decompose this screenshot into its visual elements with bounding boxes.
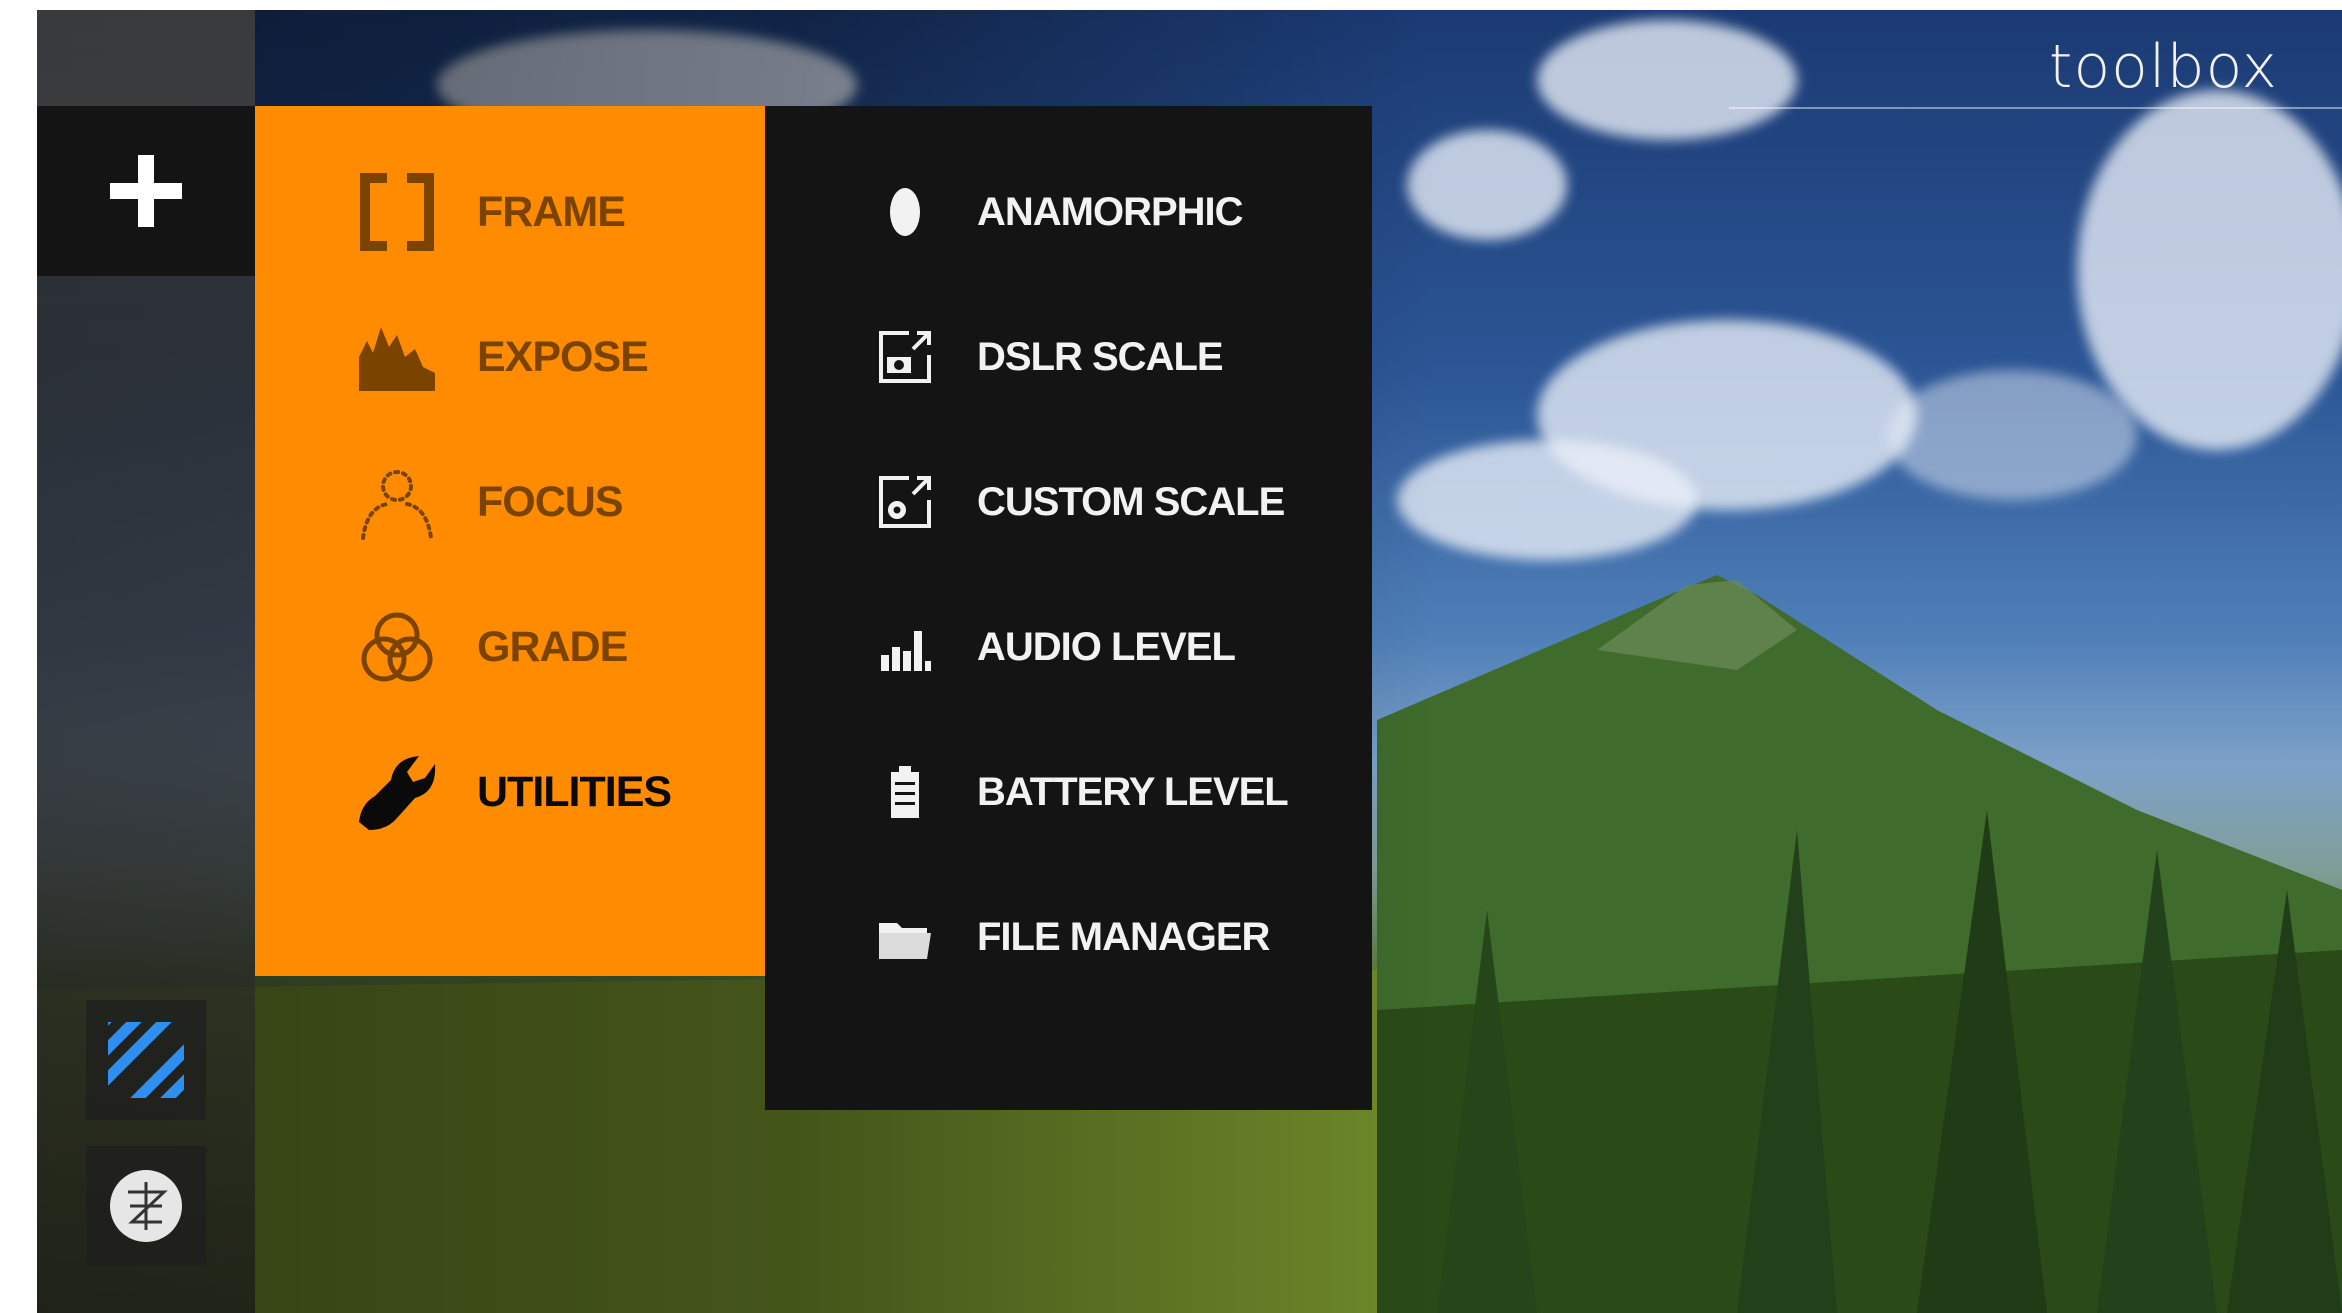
utility-label: ANAMORPHIC <box>977 190 1244 234</box>
utility-label: DSLR SCALE <box>977 335 1224 379</box>
category-frame[interactable]: FRAME <box>255 147 765 277</box>
settings-knot-icon <box>110 1170 182 1242</box>
gear-scale-icon <box>879 476 931 528</box>
category-label: FRAME <box>477 188 626 236</box>
utility-label: BATTERY LEVEL <box>977 770 1289 814</box>
utility-battery-level[interactable]: BATTERY LEVEL <box>765 727 1372 857</box>
color-circles-icon <box>361 612 433 682</box>
histogram-icon <box>359 327 435 391</box>
category-utilities[interactable]: UTILITIES <box>255 727 765 857</box>
battery-icon <box>891 766 919 818</box>
category-grade[interactable]: GRADE <box>255 582 765 712</box>
plus-icon <box>110 155 182 227</box>
toolbox-screen: toolbox FRAME EXPOSE FOCUS GRADE UTILITI… <box>37 10 2342 1313</box>
left-rail <box>37 10 255 1313</box>
app-title: toolbox <box>2048 32 2278 102</box>
category-label: UTILITIES <box>477 768 672 816</box>
audio-meter-icon <box>881 631 931 671</box>
utility-label: FILE MANAGER <box>977 915 1270 959</box>
utility-audio-level[interactable]: AUDIO LEVEL <box>765 582 1372 712</box>
folder-icon <box>879 923 931 959</box>
category-focus[interactable]: FOCUS <box>255 437 765 567</box>
header-divider <box>1729 107 2342 109</box>
wrench-icon <box>359 756 436 830</box>
utility-custom-scale[interactable]: CUSTOM SCALE <box>765 437 1372 567</box>
category-label: EXPOSE <box>477 333 649 381</box>
oval-icon <box>890 188 920 236</box>
utilities-submenu: ANAMORPHIC DSLR SCALE CUSTOM SCALE AUDIO… <box>765 106 1372 1110</box>
category-menu: FRAME EXPOSE FOCUS GRADE UTILITIES <box>255 106 765 976</box>
category-label: FOCUS <box>477 478 623 526</box>
focus-person-icon <box>361 470 433 540</box>
camera-scale-icon <box>879 331 931 383</box>
overlay-toggle-button[interactable] <box>86 1000 206 1120</box>
category-expose[interactable]: EXPOSE <box>255 292 765 422</box>
utility-file-manager[interactable]: FILE MANAGER <box>765 872 1372 1002</box>
bracket-frame-icon <box>360 173 434 251</box>
utility-label: CUSTOM SCALE <box>977 480 1285 524</box>
add-button[interactable] <box>37 106 255 276</box>
category-label: GRADE <box>477 623 628 671</box>
settings-button[interactable] <box>86 1146 206 1266</box>
utility-anamorphic[interactable]: ANAMORPHIC <box>765 147 1372 277</box>
utility-label: AUDIO LEVEL <box>977 625 1236 669</box>
utility-dslr-scale[interactable]: DSLR SCALE <box>765 292 1372 422</box>
striped-overlay-icon <box>108 1022 184 1098</box>
rail-header <box>37 10 255 106</box>
